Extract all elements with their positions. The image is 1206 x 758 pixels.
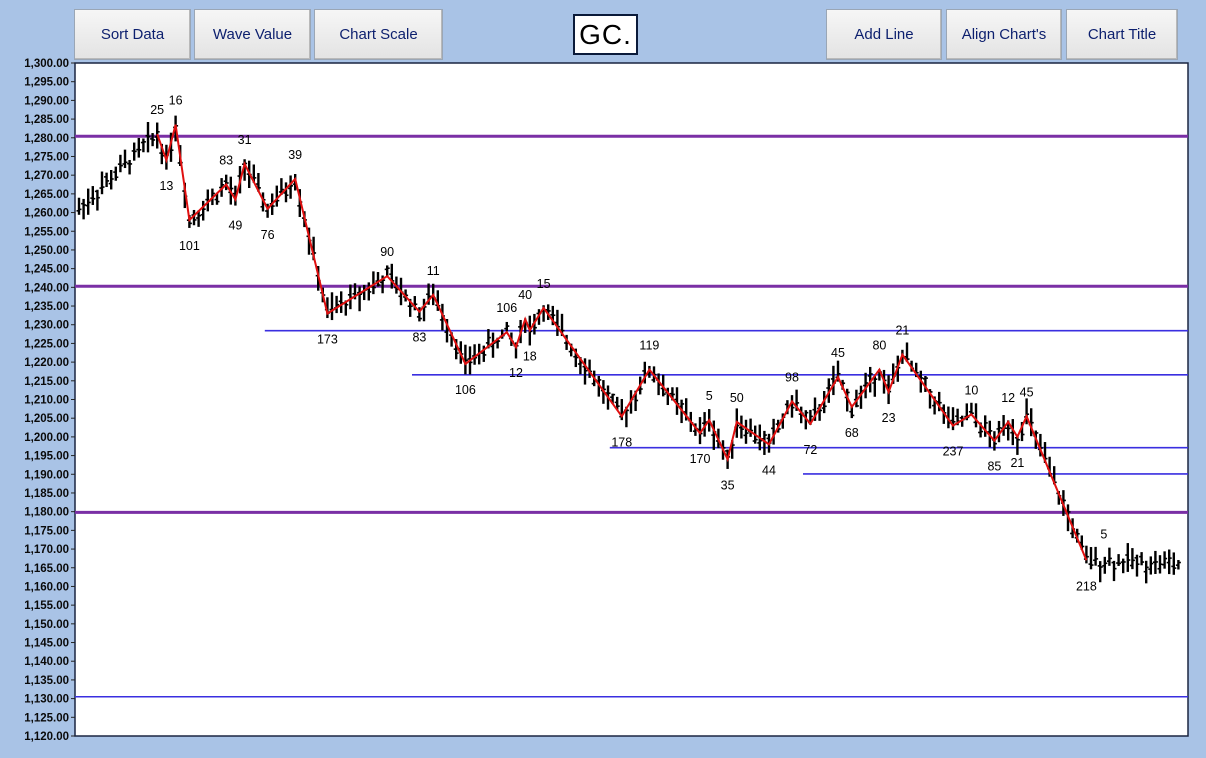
y-tick-label: 1,130.00 <box>24 694 69 706</box>
wave-label: 85 <box>987 460 1001 474</box>
wave-label: 40 <box>518 288 532 302</box>
y-tick-label: 1,275.00 <box>24 151 69 163</box>
chart-container: 1,300.00 1,295.00 1,290.00 1,285.00 1,280.00… <box>0 0 1206 758</box>
y-tick-label: 1,175.00 <box>24 525 69 537</box>
y-tick-label: 1,230.00 <box>24 320 69 332</box>
y-tick-label: 1,300.00 <box>24 58 69 70</box>
wave-label: 68 <box>845 426 859 440</box>
wave-label: 237 <box>943 445 964 459</box>
y-tick-label: 1,265.00 <box>24 189 69 201</box>
y-tick-label: 1,195.00 <box>24 451 69 463</box>
y-tick-label: 1,120.00 <box>24 731 69 743</box>
wave-label: 106 <box>455 383 476 397</box>
wave-label: 173 <box>317 333 338 347</box>
y-tick-label: 1,225.00 <box>24 338 69 350</box>
y-tick-label: 1,240.00 <box>24 282 69 294</box>
wave-label: 15 <box>537 277 551 291</box>
y-tick-label: 1,290.00 <box>24 95 69 107</box>
y-tick-label: 1,215.00 <box>24 376 69 388</box>
y-tick-label: 1,210.00 <box>24 395 69 407</box>
wave-label: 18 <box>523 349 537 363</box>
y-tick-label: 1,180.00 <box>24 507 69 519</box>
y-tick-label: 1,220.00 <box>24 357 69 369</box>
wave-label: 5 <box>1100 527 1107 541</box>
y-tick-label: 1,285.00 <box>24 114 69 126</box>
wave-label: 12 <box>1001 391 1015 405</box>
wave-label: 44 <box>762 463 776 477</box>
wave-label: 12 <box>509 366 523 380</box>
wave-label: 80 <box>872 339 886 353</box>
y-tick-label: 1,250.00 <box>24 245 69 257</box>
wave-label: 178 <box>611 435 632 449</box>
y-tick-label: 1,270.00 <box>24 170 69 182</box>
wave-label: 13 <box>159 179 173 193</box>
wave-label: 11 <box>427 264 440 278</box>
y-tick-label: 1,245.00 <box>24 264 69 276</box>
y-tick-label: 1,155.00 <box>24 600 69 612</box>
y-tick-label: 1,140.00 <box>24 656 69 668</box>
wave-label: 49 <box>228 218 242 232</box>
y-tick-label: 1,160.00 <box>24 581 69 593</box>
y-tick-label: 1,205.00 <box>24 413 69 425</box>
y-tick-label: 1,255.00 <box>24 226 69 238</box>
wave-label: 83 <box>412 331 426 345</box>
wave-label: 10 <box>964 383 978 397</box>
wave-label: 45 <box>831 346 845 360</box>
wave-label: 90 <box>380 245 394 259</box>
wave-label: 16 <box>169 94 183 108</box>
wave-label: 119 <box>639 339 659 353</box>
y-tick-label: 1,150.00 <box>24 619 69 631</box>
wave-label: 25 <box>150 103 164 117</box>
y-tick-label: 1,135.00 <box>24 675 69 687</box>
wave-label: 50 <box>730 391 744 405</box>
wave-label: 31 <box>238 133 252 147</box>
wave-label: 45 <box>1020 385 1034 399</box>
y-tick-label: 1,260.00 <box>24 208 69 220</box>
y-tick-label: 1,145.00 <box>24 638 69 650</box>
wave-label: 83 <box>219 154 233 168</box>
wave-label: 98 <box>785 370 799 384</box>
wave-label: 5 <box>706 389 713 403</box>
wave-label: 35 <box>721 478 735 492</box>
y-tick-label: 1,190.00 <box>24 469 69 481</box>
y-tick-label: 1,125.00 <box>24 712 69 724</box>
wave-label: 106 <box>496 301 517 315</box>
y-axis: 1,300.00 1,295.00 1,290.00 1,285.00 1,280.00… <box>24 58 75 743</box>
wave-label: 39 <box>288 148 302 162</box>
wave-label: 218 <box>1076 579 1097 593</box>
y-tick-label: 1,200.00 <box>24 432 69 444</box>
wave-label: 101 <box>179 239 200 253</box>
wave-label: 23 <box>882 411 896 425</box>
y-tick-label: 1,235.00 <box>24 301 69 313</box>
y-tick-label: 1,185.00 <box>24 488 69 500</box>
y-tick-label: 1,165.00 <box>24 563 69 575</box>
wave-label: 21 <box>1010 456 1024 470</box>
wave-label: 76 <box>261 228 275 242</box>
price-chart[interactable]: 1,300.00 1,295.00 1,290.00 1,285.00 1,280.00… <box>0 0 1206 753</box>
y-tick-label: 1,295.00 <box>24 77 69 89</box>
wave-label: 170 <box>690 452 711 466</box>
wave-label: 72 <box>803 443 817 457</box>
y-tick-label: 1,280.00 <box>24 133 69 145</box>
y-tick-label: 1,170.00 <box>24 544 69 556</box>
wave-label: 21 <box>895 324 909 338</box>
